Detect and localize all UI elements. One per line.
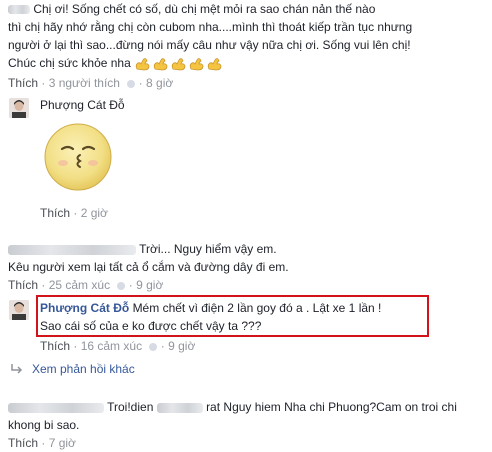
comment2-text: Trời... Nguy hiểm vậy em.	[139, 242, 277, 256]
comment1-actions: Thích · 3 người thích · 8 giờ	[8, 76, 174, 90]
comment2-actions: Thích · 25 cảm xúc · 9 giờ	[8, 278, 164, 292]
emoji-row	[134, 55, 224, 72]
comment1-line-3: người ở lại thì sao...đừng nói mấy câu n…	[8, 38, 411, 52]
like-link[interactable]: Thích	[40, 339, 70, 353]
comment3-line-1: Troi!dien rat Nguy hiem Nha chi Phuong?C…	[8, 399, 457, 415]
reactions-count[interactable]: 25 cảm xúc	[49, 278, 110, 292]
flexed-biceps-icon	[206, 56, 223, 72]
avatar[interactable]	[9, 300, 29, 320]
comment1-text-end: Chúc chị sức khỏe nha	[8, 56, 131, 70]
like-link[interactable]: Thích	[8, 76, 38, 90]
comment2-line-1: Trời... Nguy hiểm vậy em.	[8, 241, 277, 257]
like-link[interactable]: Thích	[8, 436, 38, 450]
reaction-icon	[117, 281, 126, 290]
reply1-actions: Thích · 2 giờ	[40, 206, 108, 220]
view-more-replies-link[interactable]: Xem phản hồi khác	[32, 362, 135, 376]
timestamp[interactable]: 9 giờ	[168, 339, 195, 353]
reply-arrow-icon	[10, 363, 24, 375]
kiss-face-sticker-icon	[42, 121, 114, 193]
flexed-biceps-icon	[188, 56, 205, 72]
redacted-text	[156, 402, 203, 413]
reply2-author[interactable]: Phượng Cát Đỗ	[40, 301, 129, 315]
comment3-text-cont: rat Nguy hiem Nha chi Phuong?Cam on troi…	[206, 400, 457, 414]
redacted-name	[8, 402, 104, 413]
reply2-line-1: Phượng Cát Đỗ Mém chết vì điện 2 lần goy…	[40, 300, 381, 316]
flexed-biceps-icon	[152, 56, 169, 72]
like-link[interactable]: Thích	[40, 206, 70, 220]
timestamp[interactable]: 7 giờ	[49, 436, 76, 450]
comment1-line-1: Chị ơi! Sống chết có số, dù chị mệt mỏi …	[8, 1, 375, 17]
like-link[interactable]: Thích	[8, 278, 38, 292]
reactions-count[interactable]: 16 cảm xúc	[81, 339, 142, 353]
comment3-actions: Thích · 7 giờ	[8, 436, 76, 450]
comment1-text: Chị ơi! Sống chết có số, dù chị mệt mỏi …	[33, 2, 376, 16]
reply2-line-2: Sao cái số của e ko được chết vậy ta ???	[40, 319, 262, 333]
comment1-line-2: thì chị hãy nhớ rằng chị còn cubom nha..…	[8, 20, 413, 34]
comment3-line-2: khong bi sao.	[8, 418, 80, 432]
reply1-author[interactable]: Phượng Cát Đỗ	[40, 98, 125, 112]
flexed-biceps-icon	[170, 56, 187, 72]
avatar[interactable]	[9, 98, 29, 118]
flexed-biceps-icon	[134, 56, 151, 72]
redacted-name	[8, 244, 136, 255]
timestamp[interactable]: 2 giờ	[81, 206, 108, 220]
comment1-line-4: Chúc chị sức khỏe nha	[8, 55, 224, 72]
reaction-icon	[149, 342, 158, 351]
like-reaction-icon	[127, 79, 136, 88]
timestamp[interactable]: 9 giờ	[136, 278, 163, 292]
reply2-actions: Thích · 16 cảm xúc · 9 giờ	[40, 339, 196, 353]
redacted-name	[8, 5, 30, 15]
comment3-text: Troi!dien	[107, 400, 154, 414]
timestamp[interactable]: 8 giờ	[146, 76, 173, 90]
reply2-text: Mém chết vì điện 2 lần goy đó a . Lật xe…	[132, 301, 382, 315]
comment2-line-2: Kêu người xem lại tất cả ổ cắm và đường …	[8, 260, 289, 274]
likes-count[interactable]: 3 người thích	[49, 76, 120, 90]
